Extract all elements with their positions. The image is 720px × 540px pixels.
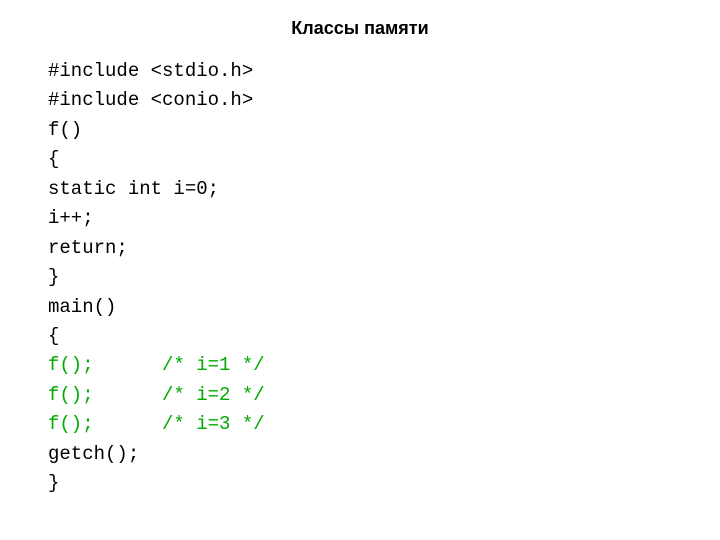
code-line: #include <conio.h>: [48, 86, 720, 115]
code-line: f(); /* i=1 */: [48, 351, 720, 380]
code-line: main(): [48, 293, 720, 322]
code-block: #include <stdio.h>#include <conio.h>f(){…: [0, 53, 720, 499]
code-line: {: [48, 145, 720, 174]
code-line: {: [48, 322, 720, 351]
code-line: f(); /* i=2 */: [48, 381, 720, 410]
code-line: static int i=0;: [48, 175, 720, 204]
code-line: getch();: [48, 440, 720, 469]
code-line: f(): [48, 116, 720, 145]
code-line: #include <stdio.h>: [48, 57, 720, 86]
code-line: }: [48, 263, 720, 292]
code-line: i++;: [48, 204, 720, 233]
page-title: Классы памяти: [0, 0, 720, 53]
code-line: }: [48, 469, 720, 498]
code-line: return;: [48, 234, 720, 263]
code-line: f(); /* i=3 */: [48, 410, 720, 439]
